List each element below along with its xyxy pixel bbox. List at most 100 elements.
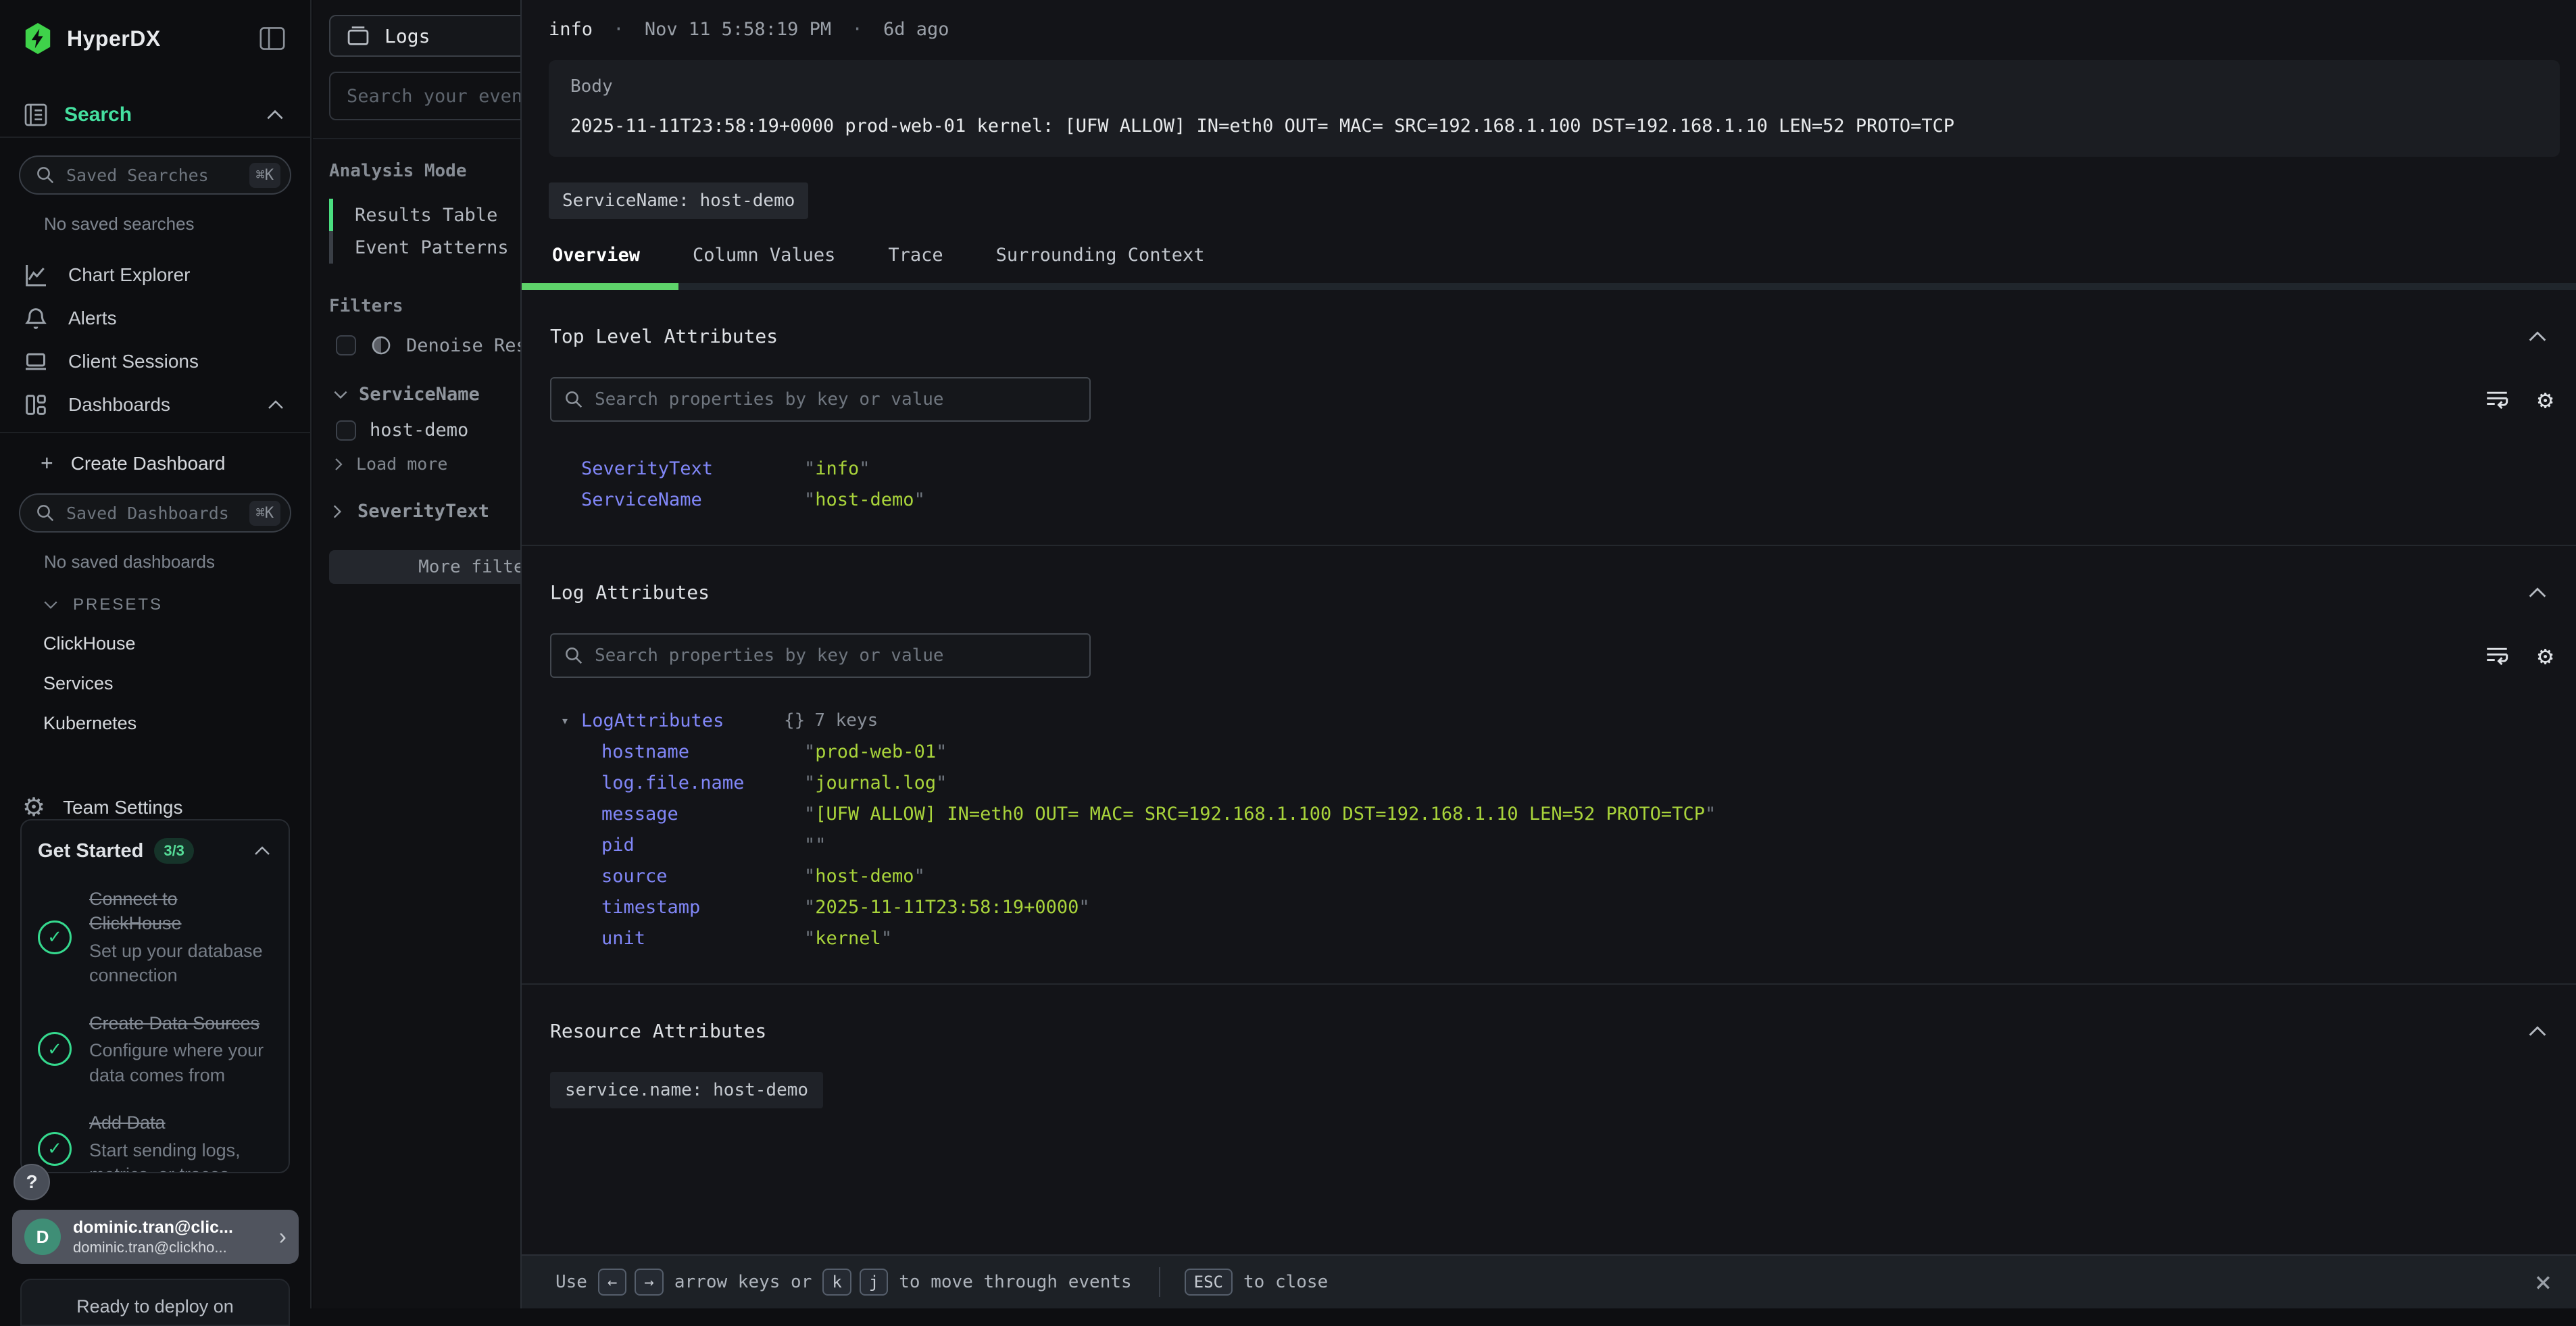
attribute-value[interactable]: kernel xyxy=(804,928,892,949)
attribute-key[interactable]: pid xyxy=(601,835,804,856)
denoise-checkbox[interactable] xyxy=(336,335,356,355)
sidebar-item-team-settings[interactable]: ⚙ Team Settings xyxy=(22,792,310,822)
search-icon xyxy=(35,503,55,523)
separator-dot: · xyxy=(851,19,862,40)
step-title: Add Data xyxy=(89,1112,166,1133)
load-more-label: Load more xyxy=(356,454,447,474)
attribute-value[interactable]: journal.log xyxy=(804,772,947,793)
log-attributes-root-row[interactable]: ▾ LogAttributes {}7 keys xyxy=(522,705,2576,736)
dashboard-icon xyxy=(22,391,49,418)
chevron-up-icon[interactable] xyxy=(264,108,286,122)
key-count: 7 keys xyxy=(814,710,878,731)
log-attributes-search-field[interactable] xyxy=(595,645,1077,666)
body-card: Body 2025-11-11T23:58:19+0000 prod-web-0… xyxy=(549,60,2560,157)
attribute-value[interactable]: prod-web-01 xyxy=(804,741,947,762)
event-relative-time: 6d ago xyxy=(883,19,949,40)
saved-searches-field[interactable] xyxy=(66,166,249,185)
footer-text: Use xyxy=(555,1272,587,1292)
attribute-value[interactable] xyxy=(804,835,826,856)
arrow-right-keycap: → xyxy=(635,1269,663,1296)
attribute-value[interactable]: info xyxy=(804,458,870,479)
sidebar-item-dashboards[interactable]: Dashboards xyxy=(0,383,310,426)
deploy-banner-text: Ready to deploy on xyxy=(76,1296,234,1317)
step-title: Connect to ClickHouse xyxy=(89,889,182,933)
sidebar-item-label: Client Sessions xyxy=(68,351,286,372)
sidebar-item-alerts[interactable]: Alerts xyxy=(0,297,310,340)
sidebar-item-label: Chart Explorer xyxy=(68,264,286,286)
top-level-search[interactable] xyxy=(550,377,1091,422)
attribute-key[interactable]: SeverityText xyxy=(581,458,804,479)
attribute-value[interactable]: 2025-11-11T23:58:19+0000 xyxy=(804,897,1090,918)
wrap-lines-icon[interactable] xyxy=(2483,387,2510,412)
attribute-key[interactable]: source xyxy=(601,866,804,887)
tab-surrounding-context[interactable]: Surrounding Context xyxy=(996,245,1205,266)
attribute-key[interactable]: unit xyxy=(601,928,804,949)
attribute-key[interactable]: log.file.name xyxy=(601,772,804,793)
get-started-step-add-data[interactable]: ✓ Add Data Start sending logs, metrics, … xyxy=(38,1110,272,1173)
divider xyxy=(0,432,310,433)
log-body-text[interactable]: 2025-11-11T23:58:19+0000 prod-web-01 ker… xyxy=(570,116,2538,137)
user-menu[interactable]: D dominic.tran@clic... dominic.tran@clic… xyxy=(12,1210,299,1264)
collapse-section-icon[interactable] xyxy=(2526,586,2549,599)
collapse-section-icon[interactable] xyxy=(2526,330,2549,343)
saved-dashboards-field[interactable] xyxy=(66,504,249,523)
close-icon[interactable]: × xyxy=(2535,1268,2552,1296)
log-attributes-search[interactable] xyxy=(550,633,1091,678)
log-attributes-rows: hostname prod-web-01 log.file.name journ… xyxy=(522,736,2576,954)
get-started-step-sources[interactable]: ✓ Create Data Sources Configure where yo… xyxy=(38,1011,272,1087)
event-timestamp: Nov 11 5:58:19 PM xyxy=(645,19,831,40)
event-tabs: Overview Column Values Trace Surrounding… xyxy=(522,219,2576,283)
preset-clickhouse[interactable]: ClickHouse xyxy=(43,633,310,654)
source-select-label: Logs xyxy=(385,25,430,47)
preset-kubernetes[interactable]: Kubernetes xyxy=(43,713,310,734)
help-button[interactable]: ? xyxy=(14,1164,50,1200)
presets-toggle[interactable]: PRESETS xyxy=(42,595,310,614)
sidebar-item-chart-explorer[interactable]: Chart Explorer xyxy=(0,253,310,297)
chevron-up-icon[interactable] xyxy=(252,845,272,857)
attribute-row: ServiceName host-demo xyxy=(581,484,2576,515)
active-tab-indicator xyxy=(522,283,678,290)
collapse-sidebar-icon[interactable] xyxy=(259,26,286,51)
attribute-key[interactable]: timestamp xyxy=(601,897,804,918)
sidebar-item-search-label: Search xyxy=(64,103,264,126)
service-name-tag[interactable]: ServiceName: host-demo xyxy=(549,182,808,219)
collapse-section-icon[interactable] xyxy=(2526,1025,2549,1038)
attribute-value[interactable]: [UFW ALLOW] IN=eth0 OUT= MAC= SRC=192.16… xyxy=(804,804,1716,825)
tab-trace[interactable]: Trace xyxy=(888,245,943,266)
check-circle-icon: ✓ xyxy=(38,920,72,954)
gear-icon[interactable]: ⚙ xyxy=(2537,641,2553,670)
create-dashboard-button[interactable]: + Create Dashboard xyxy=(41,451,310,476)
get-started-step-connect[interactable]: ✓ Connect to ClickHouse Set up your data… xyxy=(38,887,272,988)
chevron-right-icon: › xyxy=(279,1224,287,1250)
preset-services[interactable]: Services xyxy=(43,673,310,694)
chevron-right-icon xyxy=(332,503,343,520)
host-demo-checkbox[interactable] xyxy=(336,420,356,441)
deploy-banner[interactable]: Ready to deploy on xyxy=(20,1279,290,1326)
saved-dashboards-input[interactable]: ⌘K xyxy=(19,493,291,533)
esc-keycap: ESC xyxy=(1185,1269,1233,1296)
event-detail-panel: info · Nov 11 5:58:19 PM · 6d ago Body 2… xyxy=(520,0,2576,1308)
attribute-key[interactable]: message xyxy=(601,804,804,825)
top-level-search-field[interactable] xyxy=(595,389,1077,410)
attribute-key[interactable]: ServiceName xyxy=(581,489,804,510)
tab-underline xyxy=(522,283,2576,290)
collapse-triangle-icon[interactable]: ▾ xyxy=(561,712,581,729)
attribute-value[interactable]: host-demo xyxy=(804,866,925,887)
attribute-value[interactable]: host-demo xyxy=(804,489,925,510)
presets-label: PRESETS xyxy=(73,595,163,614)
tab-overview[interactable]: Overview xyxy=(552,245,640,266)
sidebar-section-search[interactable]: Search xyxy=(0,93,310,138)
wrap-lines-icon[interactable] xyxy=(2483,643,2510,668)
saved-searches-input[interactable]: ⌘K xyxy=(19,155,291,195)
gear-icon[interactable]: ⚙ xyxy=(2537,385,2553,414)
tab-column-values[interactable]: Column Values xyxy=(693,245,835,266)
event-header: info · Nov 11 5:58:19 PM · 6d ago xyxy=(522,0,2576,40)
attribute-key[interactable]: hostname xyxy=(601,741,804,762)
sidebar-item-client-sessions[interactable]: Client Sessions xyxy=(0,340,310,383)
app-title: HyperDX xyxy=(67,26,259,51)
resource-service-name-tag[interactable]: service.name: host-demo xyxy=(550,1072,823,1108)
attribute-key[interactable]: LogAttributes xyxy=(581,710,784,731)
get-started-progress-badge: 3/3 xyxy=(154,838,194,864)
team-settings-label: Team Settings xyxy=(63,797,182,818)
chevron-up-icon[interactable] xyxy=(266,399,286,411)
